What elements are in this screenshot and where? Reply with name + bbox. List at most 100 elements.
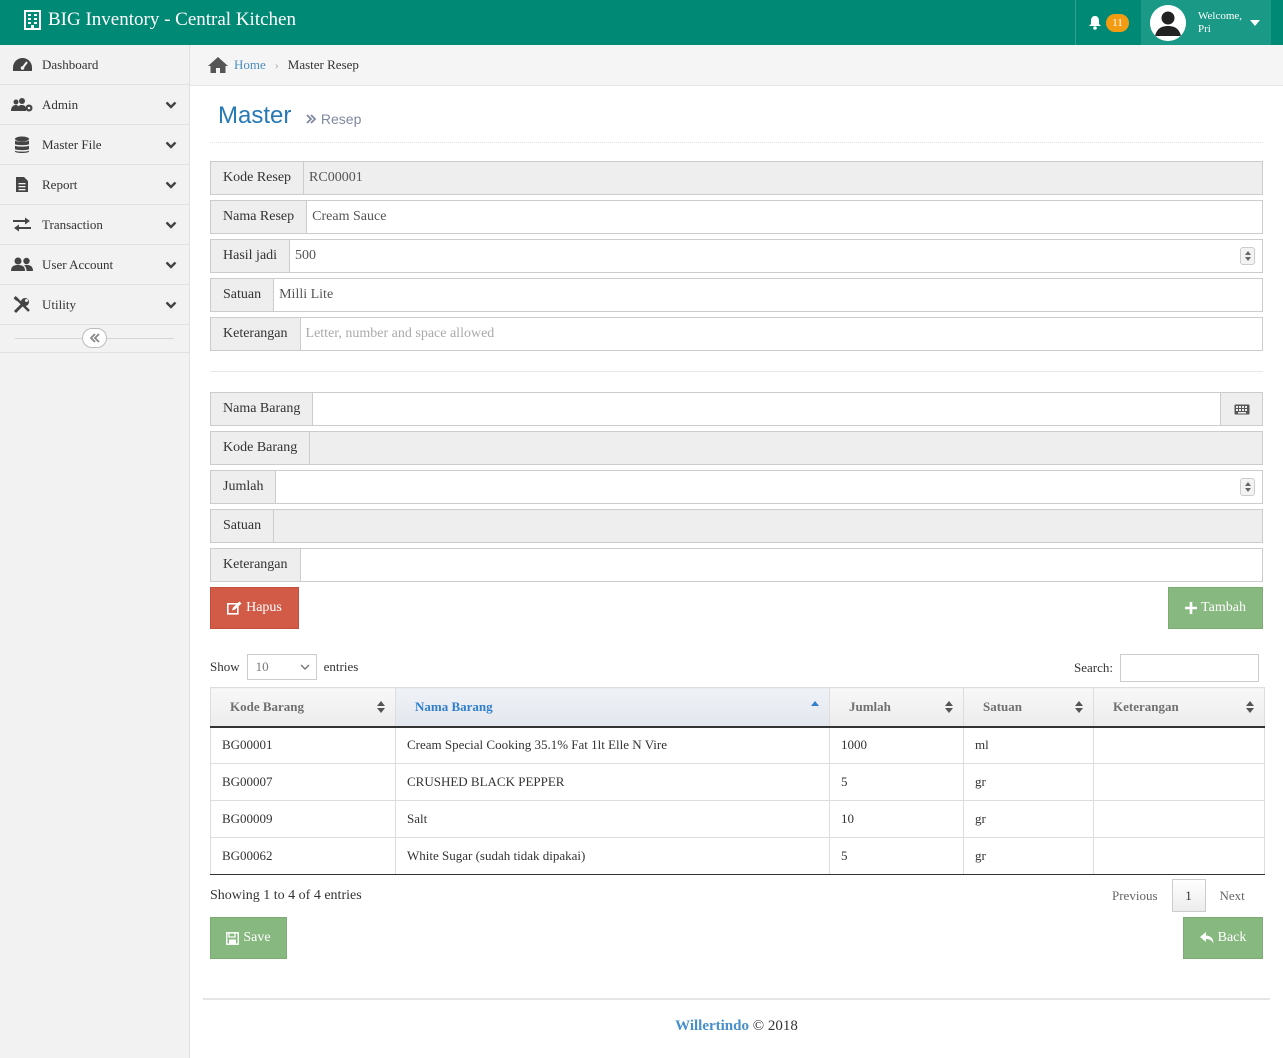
hapus-button[interactable]: Hapus <box>210 587 299 629</box>
column-header-satuan[interactable]: Satuan <box>963 687 1094 728</box>
sidebar-item-dashboard[interactable]: Dashboard <box>0 45 189 85</box>
tambah-button[interactable]: Tambah <box>1168 587 1263 629</box>
save-button[interactable]: Save <box>210 917 287 959</box>
column-header-jumlah[interactable]: Jumlah <box>829 687 964 728</box>
column-header-keterangan[interactable]: Keterangan <box>1093 687 1265 728</box>
chevron-down-icon <box>300 664 310 670</box>
sort-icon <box>945 701 953 713</box>
number-spinner-icon[interactable] <box>1240 247 1255 265</box>
sidebar-item-utility[interactable]: Utility <box>0 285 189 325</box>
cell-keterangan <box>1093 726 1265 764</box>
search-input[interactable] <box>1119 654 1259 682</box>
cell-jumlah: 1000 <box>829 726 964 764</box>
nama-resep-group: Nama Resep Cream Sauce <box>210 200 1263 234</box>
cell-satuan: ml <box>963 726 1094 764</box>
sidebar-item-master-file[interactable]: Master File <box>0 125 189 165</box>
cell-kode-barang: BG00001 <box>210 726 396 764</box>
keyboard-button[interactable] <box>1221 392 1263 426</box>
sort-icon <box>1075 701 1083 713</box>
pagination-page-1[interactable]: 1 <box>1171 879 1206 912</box>
cell-satuan: gr <box>963 800 1094 838</box>
nama-barang-group: Nama Barang <box>210 392 1263 426</box>
sidebar-collapse-button[interactable] <box>82 328 107 348</box>
edit-icon <box>227 601 242 615</box>
kode-barang-field <box>309 431 1263 465</box>
table-length-control: Show 10 entries <box>210 654 358 680</box>
page-length-value: 10 <box>255 659 269 674</box>
satuan-resep-input[interactable]: Milli Lite <box>273 278 1263 312</box>
chevron-down-icon <box>165 221 177 229</box>
sidebar-item-report[interactable]: Report <box>0 165 189 205</box>
breadcrumb: Home › Master Resep <box>190 45 1283 86</box>
nama-resep-input[interactable]: Cream Sauce <box>306 200 1263 234</box>
database-icon <box>11 136 33 154</box>
column-header-label: Satuan <box>983 698 1023 714</box>
hapus-button-label: Hapus <box>246 600 282 615</box>
back-button[interactable]: Back <box>1183 917 1263 959</box>
cell-keterangan <box>1093 800 1265 838</box>
column-header-kode-barang[interactable]: Kode Barang <box>210 687 396 728</box>
kode-resep-field: RC00001 <box>303 161 1263 195</box>
tambah-button-label: Tambah <box>1201 600 1246 615</box>
cell-jumlah: 5 <box>829 763 964 801</box>
notification-button[interactable]: 11 <box>1075 0 1141 45</box>
chevron-down-icon <box>165 141 177 149</box>
reply-icon <box>1199 932 1214 944</box>
table-search: Search: <box>1074 654 1259 682</box>
cell-satuan: gr <box>963 763 1094 801</box>
sidebar-item-admin[interactable]: Admin <box>0 85 189 125</box>
keterangan-barang-input[interactable] <box>299 548 1263 582</box>
sidebar-collapse-row <box>0 325 189 353</box>
page-subtitle-text: Resep <box>320 111 362 127</box>
exchange-icon <box>11 216 33 234</box>
users-cog-icon <box>11 96 33 114</box>
sidebar-item-label: Master File <box>42 136 102 152</box>
pagination: Previous 1 Next <box>1098 879 1259 912</box>
page-length-select[interactable]: 10 <box>246 654 317 680</box>
page-header: Master Resep <box>210 86 1263 143</box>
cell-satuan: gr <box>963 837 1094 875</box>
table-row[interactable]: BG00062 White Sugar (sudah tidak dipakai… <box>210 837 1265 875</box>
cell-nama-barang: Salt <box>395 800 830 838</box>
column-header-nama-barang[interactable]: Nama Barang <box>395 687 830 728</box>
breadcrumb-current: Master Resep <box>287 57 359 72</box>
hasil-jadi-input[interactable]: 500 <box>289 239 1263 273</box>
number-spinner-icon[interactable] <box>1240 478 1255 496</box>
table-row[interactable]: BG00001 Cream Special Cooking 35.1% Fat … <box>210 726 1265 764</box>
pagination-previous[interactable]: Previous <box>1098 888 1172 904</box>
hasil-jadi-value: 500 <box>295 248 317 263</box>
table-row[interactable]: BG00009 Salt 10 gr <box>210 800 1265 838</box>
user-menu[interactable]: Welcome, Pri <box>1141 0 1271 45</box>
breadcrumb-home-link[interactable]: Home <box>234 57 266 73</box>
sidebar-item-label: Report <box>42 176 78 192</box>
nama-barang-label: Nama Barang <box>210 392 313 426</box>
page-title: Master <box>218 102 292 129</box>
column-header-label: Jumlah <box>849 698 891 714</box>
nama-barang-input[interactable] <box>312 392 1221 426</box>
sidebar-item-label: Dashboard <box>42 56 99 72</box>
satuan-resep-group: Satuan Milli Lite <box>210 278 1263 312</box>
sidebar-item-transaction[interactable]: Transaction <box>0 205 189 245</box>
keyboard-icon <box>1234 404 1249 414</box>
keterangan-barang-group: Keterangan <box>210 548 1263 582</box>
satuan-barang-field <box>273 509 1263 543</box>
cell-jumlah: 10 <box>829 800 964 838</box>
entries-label: entries <box>323 659 359 674</box>
hasil-jadi-group: Hasil jadi 500 <box>210 239 1263 273</box>
form-divider <box>210 371 1263 372</box>
sidebar-item-user-account[interactable]: User Account <box>0 245 189 285</box>
double-chevron-left-icon <box>89 333 100 343</box>
app-brand[interactable]: BIG Inventory - Central Kitchen <box>24 9 296 31</box>
show-label: Show <box>210 659 240 674</box>
pagination-next[interactable]: Next <box>1206 888 1259 904</box>
sidebar-item-label: Utility <box>42 296 76 312</box>
keterangan-resep-input[interactable]: Letter, number and space allowed <box>299 317 1263 351</box>
jumlah-label: Jumlah <box>210 470 276 504</box>
caret-down-icon <box>1250 19 1260 26</box>
jumlah-input[interactable] <box>275 470 1263 504</box>
table-row[interactable]: BG00007 CRUSHED BLACK PEPPER 5 gr <box>210 763 1265 801</box>
satuan-resep-value: Milli Lite <box>279 287 334 302</box>
sidebar-item-label: Transaction <box>42 216 103 232</box>
recipe-items-table: Kode Barang Nama Barang Jumlah Satuan Ke… <box>210 687 1265 875</box>
hasil-jadi-label: Hasil jadi <box>210 239 290 273</box>
